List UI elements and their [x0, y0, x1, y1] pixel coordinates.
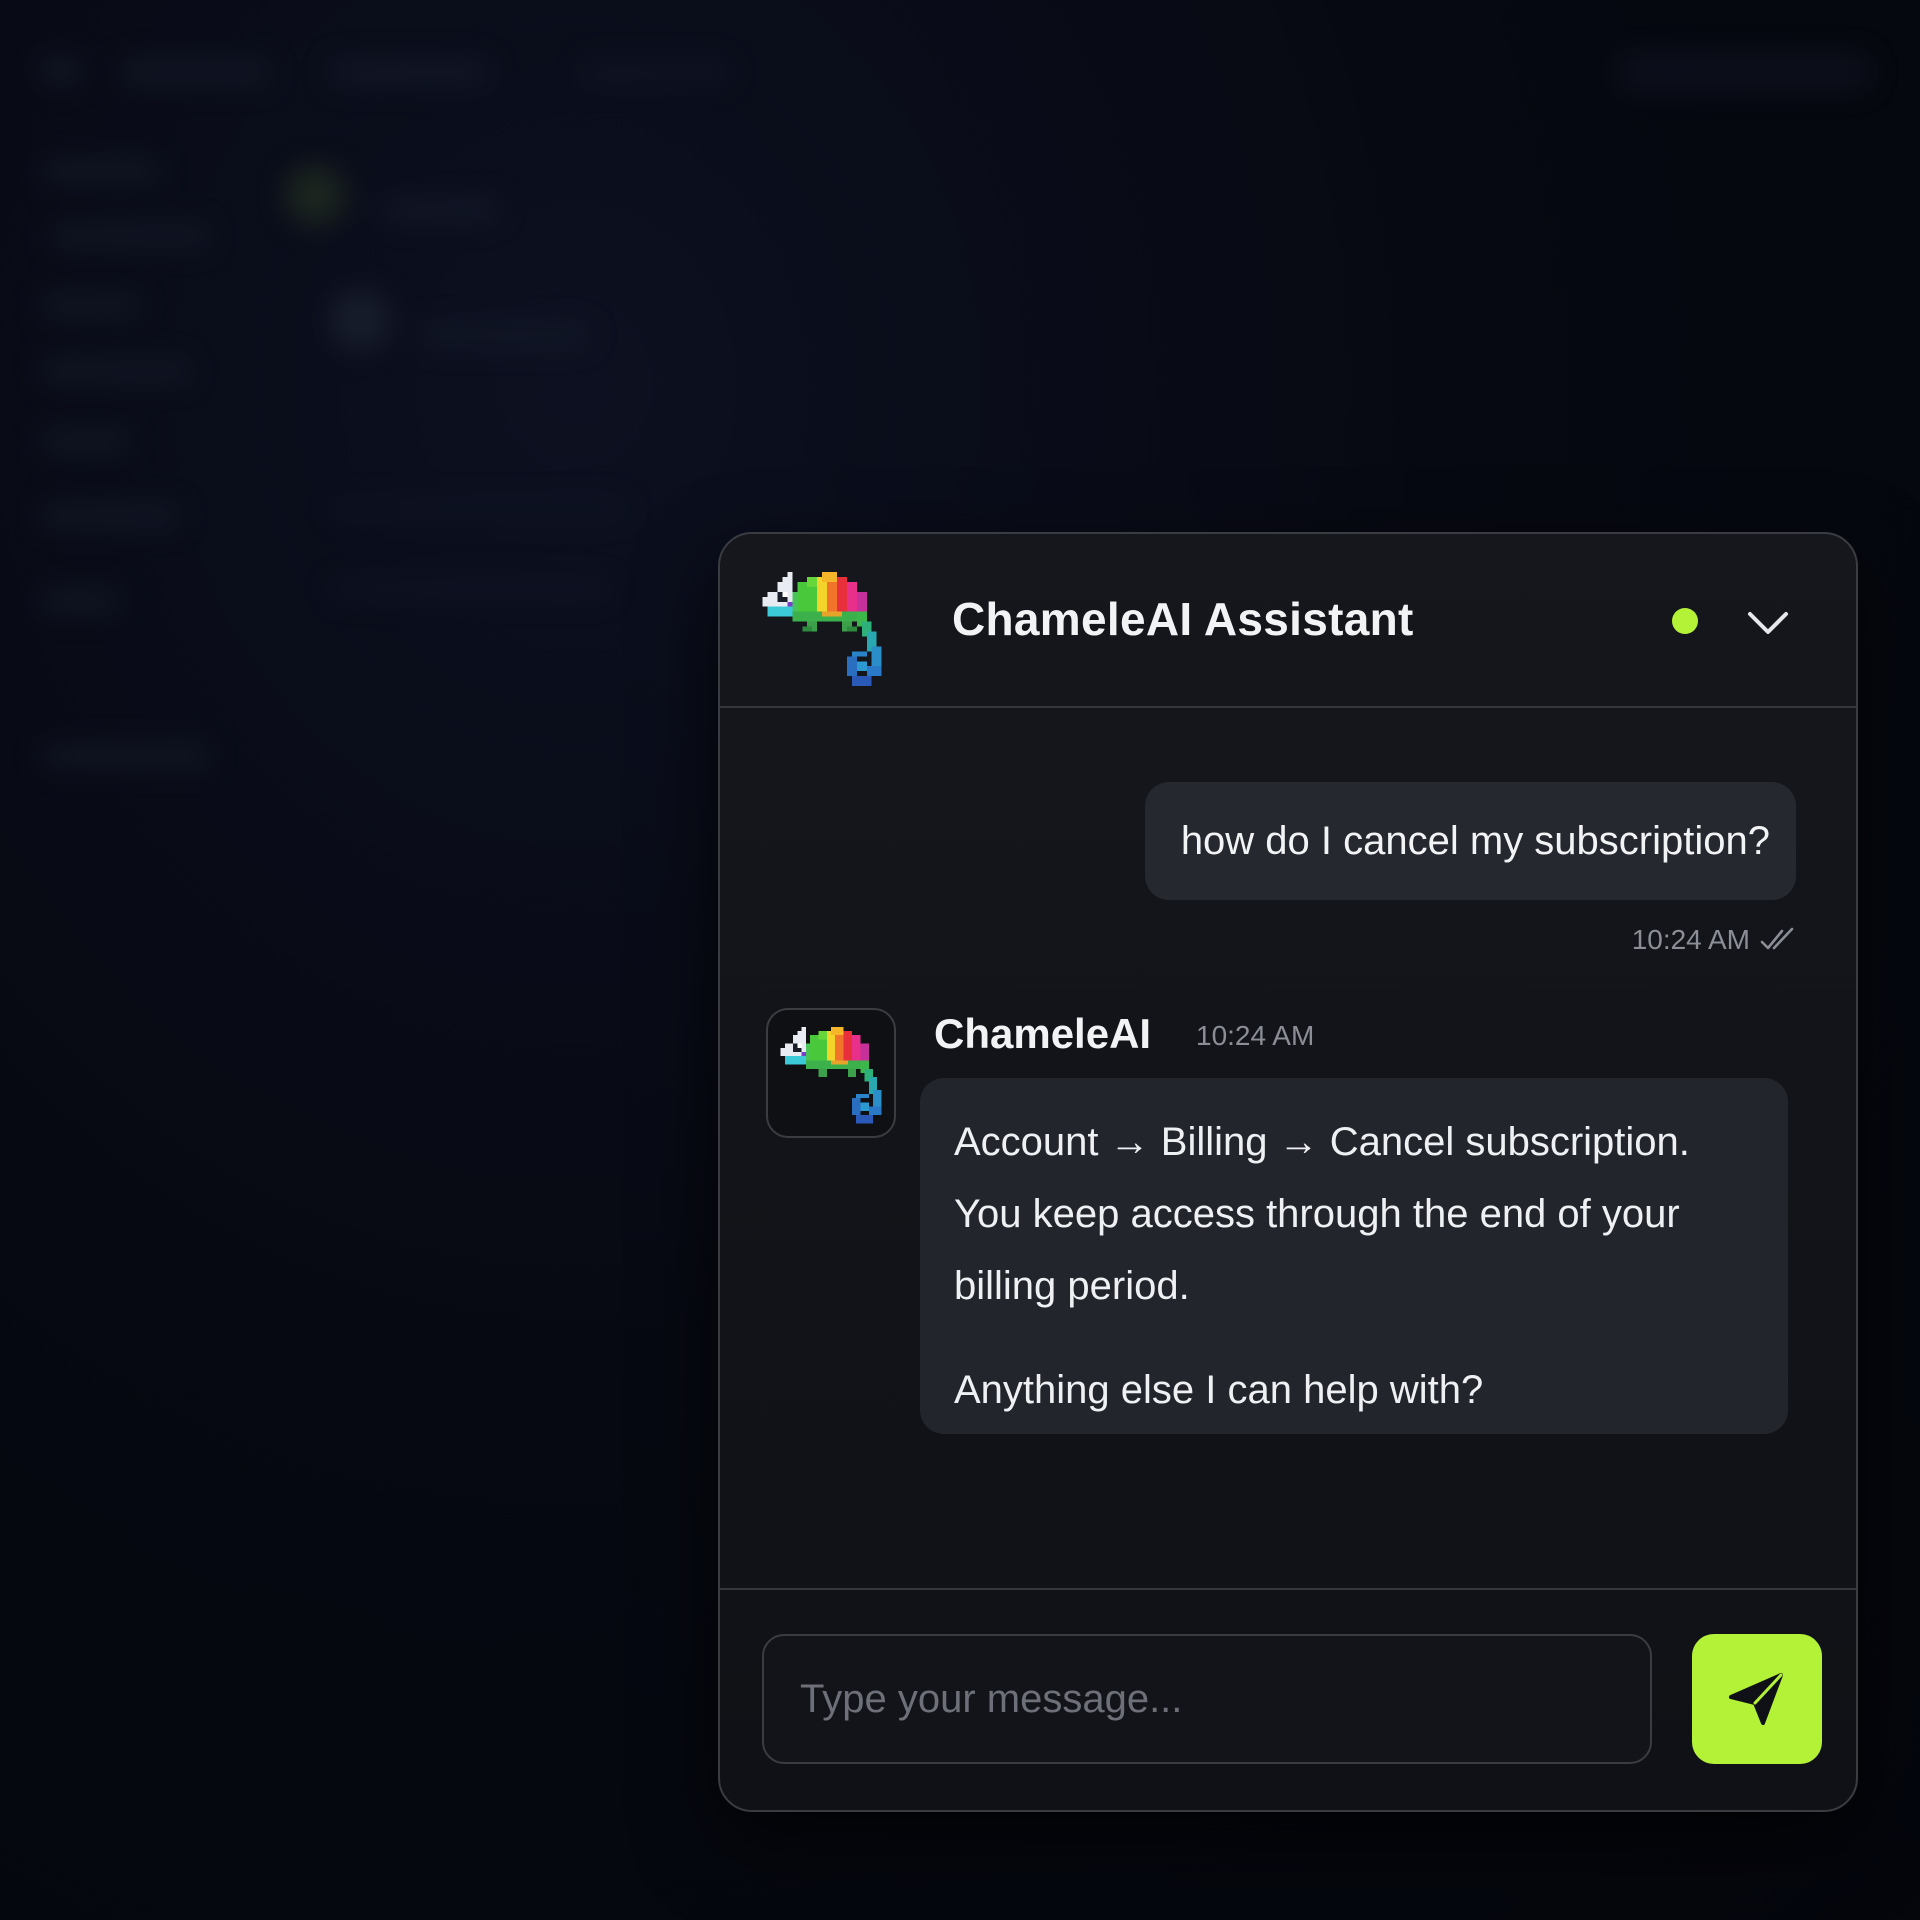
user-message-meta: 10:24 AM	[1632, 920, 1796, 960]
user-message-time: 10:24 AM	[1631, 924, 1750, 955]
bg-header-action	[1620, 55, 1870, 89]
bg-text	[380, 200, 500, 220]
message-input[interactable]	[762, 1634, 1652, 1764]
bg-sidebar-item	[50, 225, 210, 247]
bg-nav-item	[120, 60, 270, 84]
chat-widget: ChameleAI Assistant how do I cancel my s…	[718, 532, 1858, 1812]
bot-avatar	[766, 1008, 896, 1138]
paper-plane-icon	[1729, 1673, 1783, 1725]
bg-sidebar-item	[40, 745, 210, 767]
bg-sidebar-item	[40, 590, 120, 612]
chevron-down-icon	[1748, 612, 1788, 634]
bg-sidebar-item	[40, 360, 190, 382]
double-check-icon	[1760, 927, 1794, 950]
bg-logo	[40, 55, 80, 85]
collapse-chat-button[interactable]	[1740, 594, 1796, 650]
message-list: how do I cancel my subscription? 10:24 A…	[720, 708, 1856, 1592]
bg-sidebar-item	[40, 295, 140, 317]
send-button[interactable]	[1692, 1634, 1822, 1764]
bg-sidebar-item	[40, 430, 130, 452]
bg-avatar	[285, 165, 345, 225]
chat-title: ChameleAI Assistant	[952, 593, 1414, 645]
bg-avatar	[330, 290, 390, 350]
bg-text	[330, 500, 630, 518]
bg-nav-item	[330, 60, 490, 84]
user-message-bubble: how do I cancel my subscription?	[1144, 782, 1796, 900]
chameleon-logo-icon	[762, 572, 912, 696]
bg-text	[330, 580, 610, 598]
bot-message-bubble: Account → Billing → Cancel subscription.…	[920, 1078, 1788, 1434]
bot-message-paragraph: Anything else I can help with?	[954, 1368, 1484, 1412]
chameleon-avatar-icon	[780, 1026, 882, 1124]
bot-message-paragraph: Account → Billing → Cancel subscription.…	[954, 1120, 1690, 1308]
bot-message-time: 10:24 AM	[1196, 1020, 1315, 1051]
bg-text	[420, 325, 590, 345]
bg-nav-item	[580, 60, 730, 84]
chat-header: ChameleAI Assistant	[720, 534, 1856, 708]
bg-sidebar-item	[40, 505, 180, 527]
bot-name: ChameleAI	[934, 1010, 1152, 1057]
online-status-indicator	[1672, 608, 1698, 634]
page-background: ChameleAI Assistant how do I cancel my s…	[0, 0, 1920, 1920]
bg-sidebar-item	[40, 160, 160, 182]
message-composer	[720, 1588, 1856, 1810]
